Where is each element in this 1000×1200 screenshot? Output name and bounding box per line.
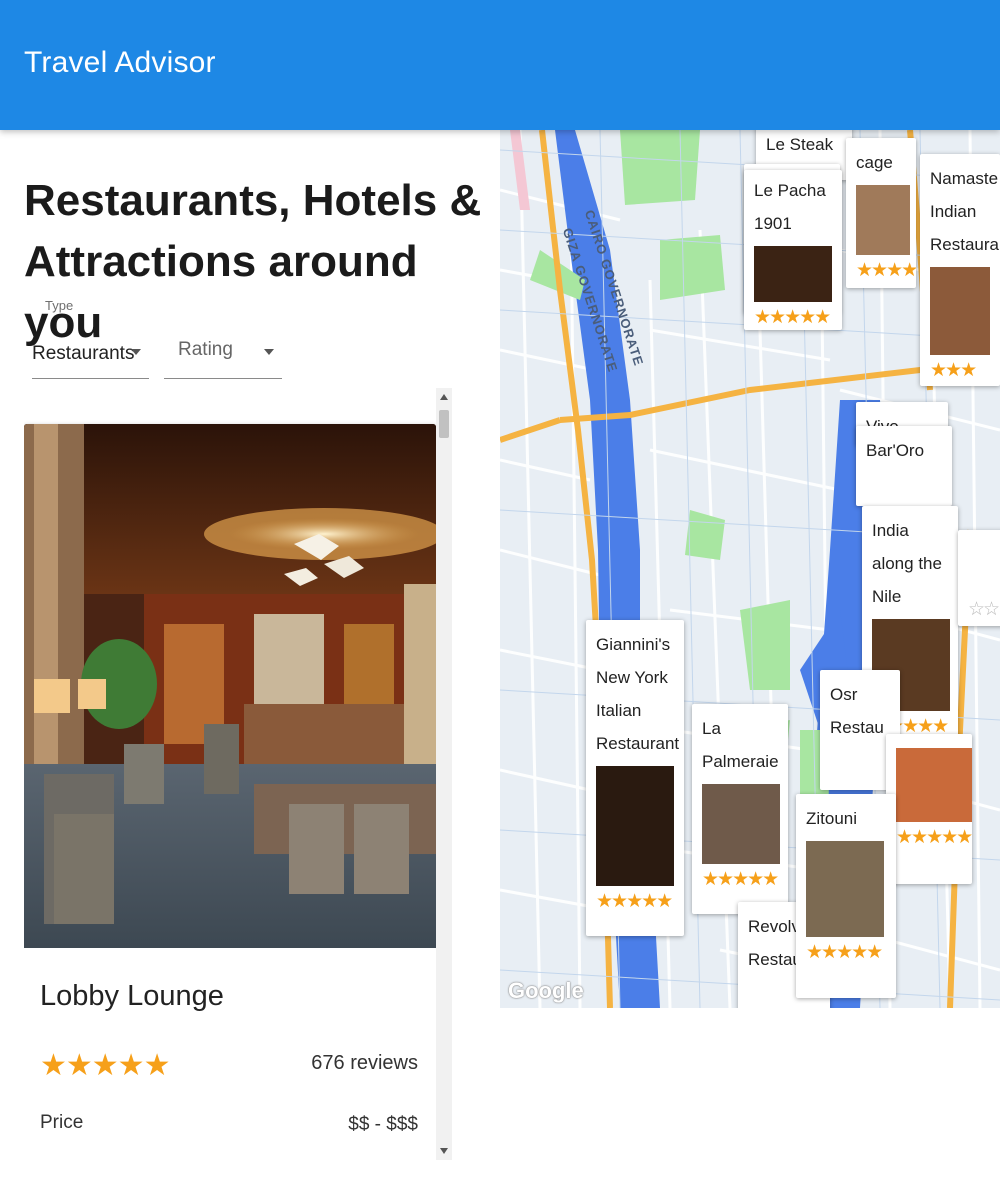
- type-label: Type: [45, 298, 74, 313]
- pin-stars: ★★★★★: [702, 869, 779, 890]
- place-card[interactable]: Lobby Lounge ★★★★★ 676 reviews Price $$ …: [24, 424, 436, 1160]
- rating-select-value: Rating: [178, 339, 233, 360]
- scroll-thumb[interactable]: [439, 410, 449, 438]
- google-logo: Google: [508, 978, 584, 1003]
- pin-stars: ★★★★★: [896, 827, 972, 848]
- list-scrollbar[interactable]: [436, 388, 452, 1160]
- pin-stars: ★★★★★: [596, 891, 673, 912]
- pin-photo: [806, 841, 884, 937]
- pin-photo: [856, 185, 910, 255]
- map-pin-cage[interactable]: cage ★★★★: [846, 138, 916, 288]
- page-title: Restaurants, Hotels & Attractions around…: [24, 176, 482, 347]
- map-pin-namaste[interactable]: Namaste Indian Restaurant ★★★: [920, 154, 1000, 386]
- pin-photo: [930, 267, 990, 355]
- map-pin-food[interactable]: ★★★★★: [886, 734, 972, 884]
- pin-photo: [896, 748, 972, 822]
- pin-stars: ☆☆: [968, 599, 1000, 620]
- rating-select[interactable]: Rating: [164, 335, 282, 379]
- scroll-down-icon[interactable]: [440, 1148, 448, 1154]
- map-pin-giannini[interactable]: Giannini's New York Italian Restaurant ★…: [586, 620, 684, 936]
- chevron-down-icon: [131, 349, 141, 355]
- pin-stars: ★★★★: [856, 260, 916, 281]
- pin-stars: ★★★★★: [754, 307, 831, 328]
- price-label: Price: [40, 1112, 84, 1133]
- place-name: Lobby Lounge: [40, 980, 224, 1012]
- app-bar: Travel Advisor: [0, 0, 1000, 130]
- list-panel: Restaurants, Hotels & Attractions around…: [0, 130, 498, 1200]
- map[interactable]: CAIRO GOVERNORATE GIZA GOVERNORATE Le St…: [500, 130, 1000, 1008]
- places-list[interactable]: Lobby Lounge ★★★★★ 676 reviews Price $$ …: [24, 388, 452, 1160]
- pin-stars: ★★★: [930, 360, 977, 381]
- scroll-up-icon[interactable]: [440, 394, 448, 400]
- pin-photo: [702, 784, 780, 864]
- place-photo: [24, 424, 436, 948]
- map-pin-partial[interactable]: ☆☆: [958, 530, 1000, 626]
- pin-photo: [754, 246, 832, 302]
- type-select[interactable]: Restaurants: [32, 335, 149, 379]
- rating-stars: ★★★★★: [40, 1049, 170, 1082]
- pin-photo: [596, 766, 674, 886]
- map-pin-la-palmeraie[interactable]: La Palmeraie ★★★★★: [692, 704, 788, 914]
- map-pin-baroro[interactable]: Bar'Oro: [856, 426, 952, 506]
- map-pin-zitouni[interactable]: Zitouni ★★★★★: [796, 794, 896, 998]
- type-select-value: Restaurants: [32, 343, 135, 364]
- chevron-down-icon: [264, 349, 274, 355]
- review-count: 676 reviews: [311, 1052, 418, 1074]
- pin-stars: ★★★★★: [806, 942, 883, 963]
- price-value: $$ - $$$: [348, 1114, 418, 1135]
- map-pin-le-pacha-card[interactable]: Le Pacha 1901 ★★★★★: [744, 170, 842, 330]
- app-title: Travel Advisor: [24, 46, 216, 79]
